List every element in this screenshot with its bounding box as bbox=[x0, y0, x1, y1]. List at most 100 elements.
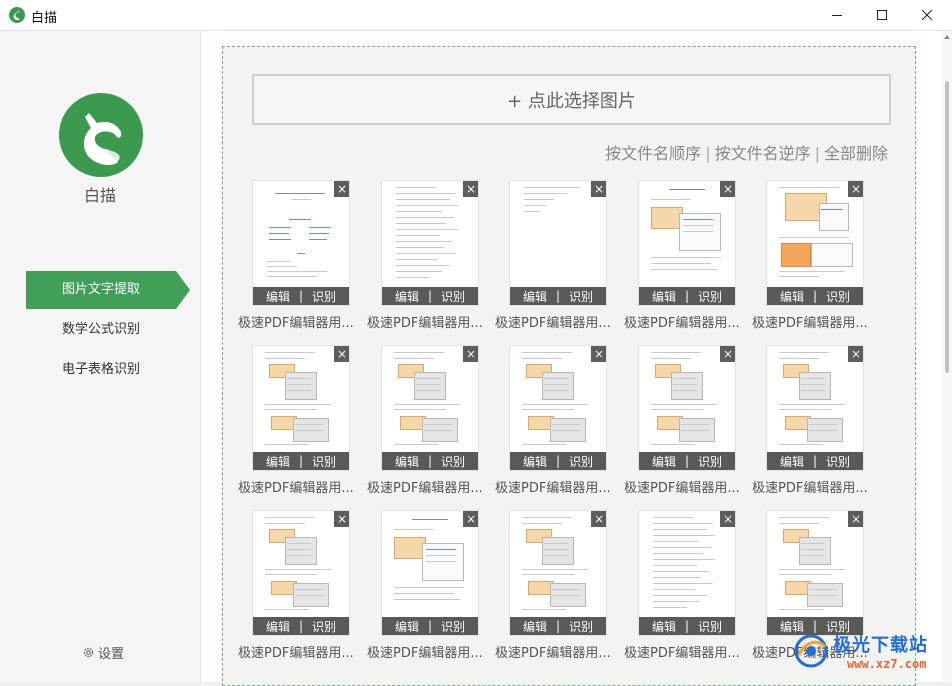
sort-by-name-desc-link[interactable]: 按文件名逆序 bbox=[715, 144, 811, 163]
image-thumbnail[interactable]: × 编辑 | 识别 bbox=[766, 180, 864, 306]
preview-line bbox=[287, 390, 311, 391]
remove-image-icon[interactable]: × bbox=[591, 511, 606, 527]
remove-image-icon[interactable]: × bbox=[848, 181, 863, 197]
delete-all-link[interactable]: 全部删除 bbox=[824, 144, 888, 163]
image-thumbnail[interactable]: × 编辑 | 识别 bbox=[766, 345, 864, 471]
preview-line bbox=[396, 265, 450, 266]
preview-line bbox=[809, 595, 837, 596]
remove-image-icon[interactable]: × bbox=[848, 511, 863, 527]
recognize-button[interactable]: 识别 bbox=[441, 453, 465, 470]
remove-image-icon[interactable]: × bbox=[334, 181, 349, 197]
image-thumbnail[interactable]: × 编辑 | 识别 bbox=[509, 180, 607, 306]
preview-line bbox=[653, 553, 703, 554]
preview-line bbox=[544, 543, 568, 544]
edit-button[interactable]: 编辑 bbox=[266, 288, 290, 305]
preview-line bbox=[522, 517, 572, 518]
remove-image-icon[interactable]: × bbox=[463, 511, 478, 527]
close-window-button[interactable] bbox=[904, 0, 950, 30]
separator: | bbox=[705, 144, 711, 163]
edit-button[interactable]: 编辑 bbox=[780, 453, 804, 470]
scroll-up-arrow-icon[interactable] bbox=[944, 35, 950, 39]
preview-line bbox=[801, 555, 825, 556]
remove-image-icon[interactable]: × bbox=[334, 511, 349, 527]
preview-line bbox=[309, 227, 331, 228]
settings-button[interactable]: 设置 bbox=[82, 643, 124, 662]
edit-button[interactable]: 编辑 bbox=[652, 453, 676, 470]
image-thumbnail[interactable]: × 编辑 | 识别 bbox=[381, 510, 479, 636]
preview-line bbox=[287, 378, 311, 379]
recognize-button[interactable]: 识别 bbox=[569, 453, 593, 470]
preview-line bbox=[424, 424, 452, 425]
recognize-button[interactable]: 识别 bbox=[569, 288, 593, 305]
image-thumbnail[interactable]: × 编辑 | 识别 bbox=[766, 510, 864, 636]
image-thumbnail[interactable]: × 编辑 | 识别 bbox=[638, 345, 736, 471]
preview-line bbox=[683, 219, 713, 220]
image-thumbnail[interactable]: × 编辑 | 识别 bbox=[381, 180, 479, 306]
sidebar-item-spreadsheet[interactable]: 电子表格识别 bbox=[26, 351, 176, 389]
edit-button[interactable]: 编辑 bbox=[395, 288, 419, 305]
sidebar-item-math-formula[interactable]: 数学公式识别 bbox=[26, 311, 176, 349]
preview-line bbox=[801, 543, 825, 544]
recognize-button[interactable]: 识别 bbox=[441, 618, 465, 635]
recognize-button[interactable]: 识别 bbox=[312, 288, 336, 305]
recognize-button[interactable]: 识别 bbox=[569, 618, 593, 635]
recognize-button[interactable]: 识别 bbox=[698, 453, 722, 470]
edit-button[interactable]: 编辑 bbox=[780, 288, 804, 305]
preview-block bbox=[819, 203, 849, 231]
recognize-button[interactable]: 识别 bbox=[698, 288, 722, 305]
edit-button[interactable]: 编辑 bbox=[395, 618, 419, 635]
remove-image-icon[interactable]: × bbox=[720, 511, 735, 527]
select-image-button[interactable]: + 点此选择图片 bbox=[252, 74, 891, 125]
image-thumbnail[interactable]: × 编辑 | 识别 bbox=[509, 510, 607, 636]
preview-line bbox=[779, 271, 845, 272]
recognize-button[interactable]: 识别 bbox=[312, 453, 336, 470]
preview-line bbox=[801, 549, 825, 550]
recognize-button[interactable]: 识别 bbox=[826, 288, 850, 305]
preview-line bbox=[809, 589, 837, 590]
image-thumbnail[interactable]: × 编辑 | 识别 bbox=[381, 345, 479, 471]
image-thumbnail[interactable]: × 编辑 | 识别 bbox=[252, 345, 350, 471]
recognize-button[interactable]: 识别 bbox=[441, 288, 465, 305]
preview-line bbox=[269, 227, 291, 228]
preview-line bbox=[396, 193, 456, 194]
minimize-button[interactable] bbox=[814, 0, 860, 30]
edit-button[interactable]: 编辑 bbox=[523, 618, 547, 635]
recognize-button[interactable]: 识别 bbox=[312, 618, 336, 635]
edit-button[interactable]: 编辑 bbox=[523, 288, 547, 305]
preview-line bbox=[669, 189, 705, 190]
image-thumbnail[interactable]: × 编辑 | 识别 bbox=[252, 180, 350, 306]
image-thumbnail[interactable]: × 编辑 | 识别 bbox=[638, 510, 736, 636]
remove-image-icon[interactable]: × bbox=[463, 346, 478, 362]
edit-button[interactable]: 编辑 bbox=[652, 288, 676, 305]
image-thumbnail[interactable]: × 编辑 | 识别 bbox=[509, 345, 607, 471]
remove-image-icon[interactable]: × bbox=[591, 346, 606, 362]
edit-button[interactable]: 编辑 bbox=[395, 453, 419, 470]
image-thumbnail[interactable]: × 编辑 | 识别 bbox=[252, 510, 350, 636]
preview-line bbox=[801, 378, 825, 379]
remove-image-icon[interactable]: × bbox=[720, 181, 735, 197]
scrollbar[interactable] bbox=[942, 31, 952, 682]
recognize-button[interactable]: 识别 bbox=[826, 453, 850, 470]
remove-image-icon[interactable]: × bbox=[591, 181, 606, 197]
recognize-button[interactable]: 识别 bbox=[698, 618, 722, 635]
image-thumbnail[interactable]: × 编辑 | 识别 bbox=[638, 180, 736, 306]
maximize-button[interactable] bbox=[859, 0, 905, 30]
preview-line bbox=[265, 404, 331, 405]
edit-button[interactable]: 编辑 bbox=[266, 453, 290, 470]
remove-image-icon[interactable]: × bbox=[463, 181, 478, 197]
watermark-logo-icon bbox=[794, 634, 828, 668]
remove-image-icon[interactable]: × bbox=[848, 346, 863, 362]
remove-image-icon[interactable]: × bbox=[720, 346, 735, 362]
preview-line bbox=[267, 261, 291, 262]
edit-button[interactable]: 编辑 bbox=[652, 618, 676, 635]
sort-by-name-asc-link[interactable]: 按文件名顺序 bbox=[605, 144, 701, 163]
preview-line bbox=[809, 430, 837, 431]
edit-button[interactable]: 编辑 bbox=[266, 618, 290, 635]
scrollbar-thumb[interactable] bbox=[945, 81, 949, 373]
preview-line bbox=[653, 571, 709, 572]
remove-image-icon[interactable]: × bbox=[334, 346, 349, 362]
preview-line bbox=[779, 574, 831, 575]
edit-button[interactable]: 编辑 bbox=[523, 453, 547, 470]
sidebar-item-image-text[interactable]: 图片文字提取 bbox=[26, 271, 190, 309]
card-action-bar: 编辑 | 识别 bbox=[510, 452, 606, 470]
